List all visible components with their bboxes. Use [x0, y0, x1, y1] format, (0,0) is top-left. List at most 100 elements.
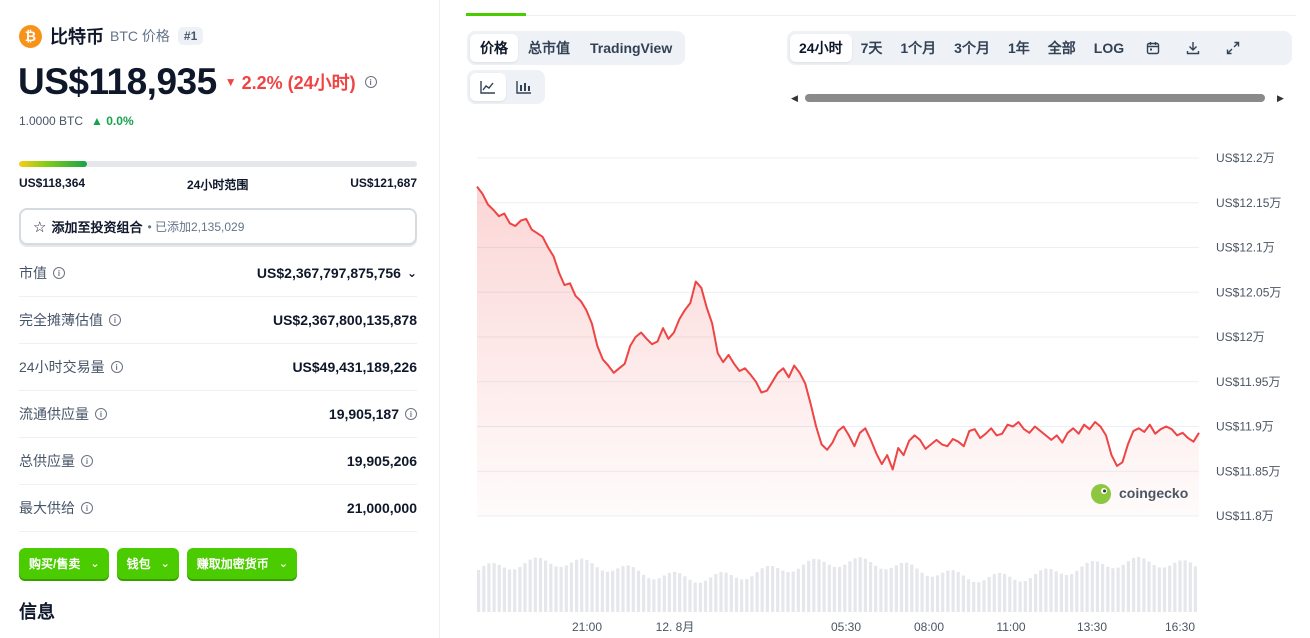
- stat-row-volume: 24小时交易量 i US$49,431,189,226: [19, 344, 417, 391]
- price-chart[interactable]: US$12.2万 US$12.15万 US$12.1万 US$12.05万 US$12万…: [441, 140, 1310, 638]
- view-tradingview-button[interactable]: TradingView: [580, 34, 682, 62]
- volume-bar: [698, 582, 702, 612]
- volume-bar: [683, 576, 687, 612]
- volume-bar: [889, 567, 893, 612]
- volume-bar: [518, 567, 522, 612]
- range-3m-button[interactable]: 3个月: [945, 34, 999, 62]
- volume-bar: [724, 572, 728, 612]
- btc-value: 1.0000 BTC: [19, 114, 84, 128]
- volume-bar: [832, 566, 836, 612]
- volume-bar: [1147, 561, 1151, 612]
- info-icon[interactable]: i: [109, 314, 121, 326]
- volume-bar: [1044, 568, 1048, 612]
- volume-bar: [642, 574, 646, 612]
- volume-bar: [1085, 562, 1089, 612]
- volume-bar: [853, 558, 857, 612]
- volume-bar: [564, 565, 568, 612]
- volume-bar: [982, 580, 986, 612]
- volume-bar: [1152, 565, 1156, 612]
- scrollbar-thumb[interactable]: [805, 94, 1265, 102]
- volume-bar: [874, 565, 878, 612]
- range-24h-button[interactable]: 24小时: [790, 34, 852, 62]
- volume-bar: [667, 572, 671, 612]
- info-icon[interactable]: i: [405, 408, 417, 420]
- info-icon[interactable]: i: [81, 455, 93, 467]
- volume-bar: [595, 567, 599, 612]
- range-all-button[interactable]: 全部: [1039, 34, 1085, 62]
- volume-bar: [600, 570, 604, 612]
- volume-bar: [930, 576, 934, 612]
- range-low: US$118,364: [19, 176, 86, 190]
- stat-row-market-cap: 市值 i US$2,367,797,875,756 ⌄: [19, 250, 417, 297]
- volume-bar: [492, 563, 496, 612]
- log-scale-button[interactable]: LOG: [1085, 34, 1133, 62]
- chart-scrollbar[interactable]: ◀ ▶: [791, 93, 1284, 104]
- coin-summary-panel: ₿ 比特币 BTC 价格 #1 US$118,935 ▼ 2.2% (24小时)…: [0, 0, 440, 638]
- volume-bar: [915, 568, 919, 612]
- volume-bar: [549, 563, 553, 612]
- volume-bar: [631, 567, 635, 612]
- stat-row-total-supply: 总供应量 i 19,905,206: [19, 438, 417, 485]
- line-chart-icon[interactable]: [470, 73, 506, 101]
- chevron-down-icon: ⌄: [90, 558, 100, 570]
- volume-bar: [1090, 561, 1094, 612]
- volume-bar: [1111, 568, 1115, 612]
- range-labels: US$118,364 24小时范围 US$121,687: [19, 176, 417, 193]
- range-1m-button[interactable]: 1个月: [891, 34, 945, 62]
- volume-bar: [1080, 566, 1084, 612]
- volume-bar: [801, 564, 806, 612]
- volume-bar: [729, 575, 733, 612]
- volume-bar: [843, 564, 847, 612]
- y-tick-label: US$11.9万: [1216, 420, 1274, 434]
- volume-bar: [740, 579, 744, 612]
- volume-bar: [1049, 569, 1053, 612]
- volume-bar: [817, 559, 821, 612]
- view-market-cap-button[interactable]: 总市值: [518, 34, 580, 62]
- time-range-selector: 24小时 7天 1个月 3个月 1年 全部 LOG: [787, 31, 1292, 65]
- volume-bar: [1028, 578, 1032, 612]
- y-tick-label: US$12.05万: [1216, 285, 1281, 299]
- info-icon[interactable]: i: [53, 267, 65, 279]
- volume-bar: [554, 566, 558, 612]
- volume-bar: [936, 575, 940, 612]
- tab-active-indicator[interactable]: [466, 0, 526, 16]
- volume-bar: [1054, 571, 1058, 612]
- info-icon[interactable]: i: [81, 502, 93, 514]
- volume-bar: [910, 564, 914, 612]
- volume-bar: [997, 572, 1002, 612]
- volume-bar: [1064, 575, 1069, 612]
- add-to-portfolio-label: 添加至投资组合: [51, 220, 143, 235]
- bitcoin-logo-icon: ₿: [19, 24, 42, 48]
- volume-bar: [822, 561, 826, 612]
- volume-bar: [703, 580, 708, 612]
- add-to-portfolio-button[interactable]: ☆ 添加至投资组合 • 已添加2,135,029: [19, 208, 417, 245]
- volume-bar: [941, 572, 945, 612]
- range-1y-button[interactable]: 1年: [999, 34, 1039, 62]
- info-icon[interactable]: i: [364, 76, 377, 88]
- wallet-button[interactable]: 钱包 ⌄: [116, 548, 179, 579]
- calendar-icon[interactable]: [1133, 34, 1173, 62]
- buy-sell-button[interactable]: 购买/售卖 ⌄: [19, 548, 109, 579]
- volume-bar: [1034, 574, 1038, 612]
- scroll-right-icon[interactable]: ▶: [1277, 93, 1284, 104]
- earn-crypto-button[interactable]: 赚取加密货币 ⌄: [186, 548, 298, 579]
- view-price-button[interactable]: 价格: [470, 34, 518, 62]
- x-tick-label: 16:30: [1165, 620, 1195, 634]
- volume-bar: [1075, 570, 1079, 612]
- price-chart-svg[interactable]: US$12.2万 US$12.15万 US$12.1万 US$12.05万 US$12万…: [441, 140, 1310, 638]
- fullscreen-icon[interactable]: [1213, 34, 1253, 62]
- candlestick-chart-icon[interactable]: [506, 73, 542, 101]
- info-icon[interactable]: i: [110, 361, 123, 373]
- volume-bar: [1188, 562, 1192, 612]
- scroll-left-icon[interactable]: ◀: [791, 93, 798, 104]
- range-7d-button[interactable]: 7天: [852, 34, 892, 62]
- volume-bar: [616, 568, 620, 612]
- volume-bar: [796, 568, 800, 612]
- volume-bar: [1059, 573, 1063, 612]
- volume-bar: [544, 560, 548, 612]
- download-icon[interactable]: [1173, 34, 1213, 62]
- info-icon[interactable]: i: [95, 408, 107, 420]
- stat-label: 总供应量: [19, 453, 75, 469]
- stat-row-max-supply: 最大供给 i 21,000,000: [19, 485, 417, 532]
- chevron-down-icon[interactable]: ⌄: [407, 266, 417, 280]
